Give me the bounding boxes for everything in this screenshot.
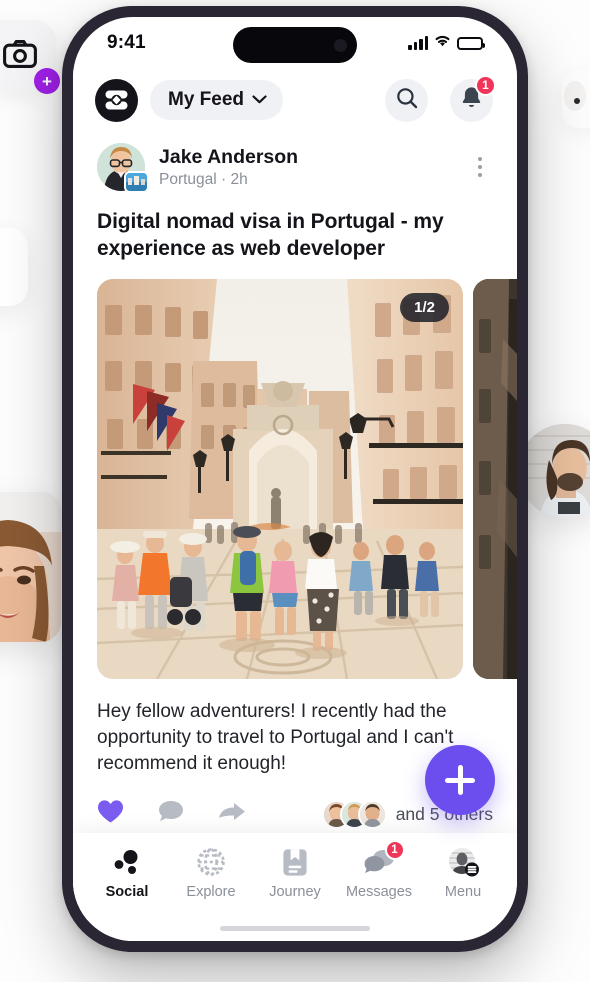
nav-item-menu[interactable]: Menu xyxy=(421,847,505,900)
liker-avatar xyxy=(357,799,387,829)
background-camera-card[interactable]: + xyxy=(0,20,60,94)
chevron-down-icon xyxy=(252,91,267,109)
phone-screen: 9:41 My Feed 1 Jake Anderson Portugal · … xyxy=(73,17,517,941)
share-button[interactable] xyxy=(218,801,246,828)
bottom-navigation: Social Explore Journey 1 Messages Menu xyxy=(73,833,517,941)
nav-label-messages: Messages xyxy=(345,884,413,900)
battery-full-icon xyxy=(457,36,485,50)
globe-icon xyxy=(196,847,226,877)
more-vertical-icon-dot xyxy=(478,157,482,161)
app-header: My Feed 1 xyxy=(73,69,517,131)
journal-icon xyxy=(282,847,308,877)
status-time: 9:41 xyxy=(107,32,146,53)
post-meta: Portugal · 2h xyxy=(159,171,248,189)
more-vertical-icon-dot xyxy=(478,165,482,169)
background-purple-card xyxy=(0,228,28,306)
more-vertical-icon-dot xyxy=(478,173,482,177)
avatar[interactable] xyxy=(97,143,149,193)
background-profile-photo-right xyxy=(518,424,590,518)
background-top-right-card xyxy=(562,70,590,128)
search-button[interactable] xyxy=(385,78,428,122)
create-post-fab[interactable] xyxy=(425,745,495,815)
nav-label-menu: Menu xyxy=(444,884,482,900)
feed-selector-label: My Feed xyxy=(168,89,245,110)
post-more-options-button[interactable] xyxy=(467,157,493,177)
liker-avatars xyxy=(321,799,387,829)
post-author-block: Jake Anderson Portugal · 2h xyxy=(159,145,453,189)
menu-avatar-icon xyxy=(448,847,479,877)
background-profile-photo-left xyxy=(0,492,61,642)
post-card: Jake Anderson Portugal · 2h Digital noma… xyxy=(73,131,517,829)
nav-item-social[interactable]: Social xyxy=(85,847,169,900)
share-arrow-icon xyxy=(218,801,246,828)
social-dots-icon xyxy=(112,847,142,877)
messages-badge: 1 xyxy=(384,840,405,860)
post-header: Jake Anderson Portugal · 2h xyxy=(97,131,493,193)
nav-item-messages[interactable]: 1 Messages xyxy=(337,840,421,900)
nav-item-journey[interactable]: Journey xyxy=(253,847,337,900)
wifi-icon xyxy=(434,34,451,52)
app-logo-icon[interactable] xyxy=(95,78,138,122)
feed-selector[interactable]: My Feed xyxy=(150,80,284,120)
carousel-counter: 1/2 xyxy=(400,292,449,322)
heart-filled-icon xyxy=(97,799,124,829)
nav-label-explore: Explore xyxy=(186,884,236,900)
feed-list[interactable]: Jake Anderson Portugal · 2h Digital noma… xyxy=(73,131,517,923)
chat-bubbles-icon: 1 xyxy=(364,840,405,877)
comment-icon xyxy=(158,799,184,829)
post-author-name[interactable]: Jake Anderson xyxy=(159,145,453,169)
search-icon xyxy=(396,87,418,114)
home-indicator xyxy=(220,926,370,931)
dynamic-island xyxy=(233,27,357,63)
plus-icon: + xyxy=(42,71,52,91)
post-image-carousel[interactable]: 1/2 xyxy=(97,278,517,679)
status-icons xyxy=(408,34,485,52)
signal-bars-icon xyxy=(408,35,428,50)
phone-frame: 9:41 My Feed 1 Jake Anderson Portugal · … xyxy=(62,6,528,952)
carousel-image-current[interactable]: 1/2 xyxy=(97,278,463,679)
comment-button[interactable] xyxy=(158,799,184,829)
location-photo-badge xyxy=(124,171,149,193)
notifications-badge: 1 xyxy=(475,74,496,96)
carousel-image-next[interactable] xyxy=(473,278,517,679)
camera-icon xyxy=(3,39,37,73)
nav-label-journey: Journey xyxy=(269,884,321,900)
screenshot-stage: + 9:41 My Feed 1 Jake Anderson Portugal … xyxy=(0,0,590,982)
camera-add-badge[interactable]: + xyxy=(34,68,60,94)
front-camera-icon xyxy=(334,38,347,52)
nav-item-explore[interactable]: Explore xyxy=(169,847,253,900)
post-title[interactable]: Digital nomad visa in Portugal - my expe… xyxy=(97,209,493,263)
like-button[interactable] xyxy=(97,799,124,829)
status-bar: 9:41 xyxy=(73,17,517,69)
nav-label-social: Social xyxy=(105,884,149,900)
notifications-button[interactable]: 1 xyxy=(450,74,496,122)
